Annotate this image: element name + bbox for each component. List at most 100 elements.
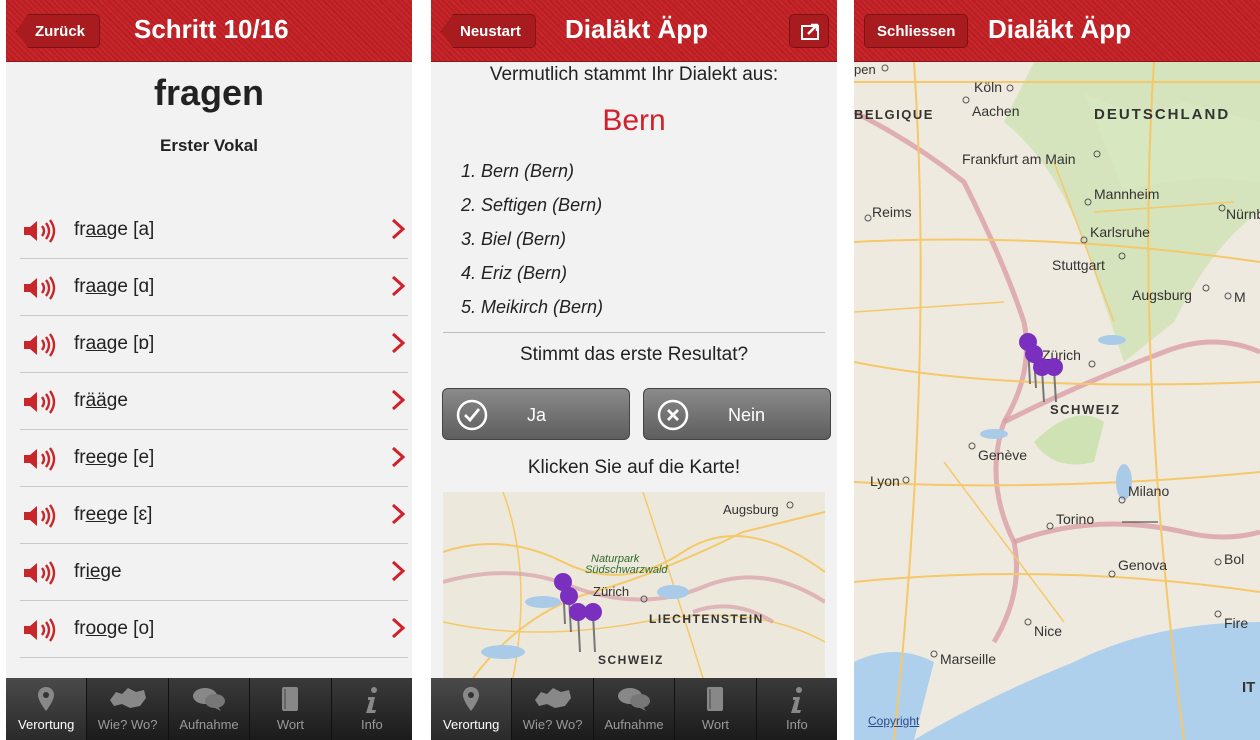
copyright-link[interactable]: Copyright [868,714,919,728]
tab-label: Info [785,717,808,732]
close-button[interactable]: Schliessen [864,14,969,48]
label-suffix: ge [ɛ] [106,504,153,525]
tab-wie-wo[interactable]: Wie? Wo? [511,678,592,740]
tab-label: Aufnahme [604,717,664,732]
label-suffix: ge [106,390,128,411]
share-icon [801,23,819,40]
tab-wort[interactable]: Wort [249,678,330,740]
result-city: Bern [602,104,666,137]
chevron-right-icon [390,617,406,644]
label-vowel: ie [85,561,101,582]
result-item: 3. Biel (Bern) [461,229,567,249]
yes-button[interactable]: Ja [442,388,630,440]
full-map-graphic: pen Köln Aachen BELGIQUE DEUTSCHLAND Fra… [854,62,1260,740]
label-suffix: ge [a] [106,219,155,240]
map-label: Mannheim [1094,186,1159,202]
tab-wort[interactable]: Wort [674,678,755,740]
check-icon [456,399,488,431]
word-title: fragen [153,72,265,113]
divider [443,332,825,333]
pronunciation-label: frääge [74,390,128,412]
result-item: 2. Seftigen (Bern) [461,195,603,215]
chevron-right-icon [390,389,406,416]
map-label: Genève [978,447,1027,463]
tab-aufnahme[interactable]: Aufnahme [167,678,249,740]
label-vowel: ee [85,504,107,525]
book-icon [279,686,301,715]
tab-wie-wo[interactable]: Wie? Wo? [86,678,167,740]
chevron-right-icon [390,218,406,245]
restart-button[interactable]: Neustart [441,14,536,48]
label-prefix: fr [74,333,86,354]
mini-map-graphic: Augsburg Naturpark Südschwarzwald Zürich… [443,492,825,678]
no-button[interactable]: Nein [643,388,831,440]
speech-bubbles-icon [616,686,652,715]
speaker-icon[interactable] [22,389,58,420]
label-suffix: ge [e] [106,447,155,468]
mini-map[interactable]: Augsburg Naturpark Südschwarzwald Zürich… [443,492,825,678]
pronunciation-row[interactable]: freege [ɛ] [20,487,408,544]
tab-verortung[interactable]: Verortung [6,678,87,740]
speaker-icon[interactable] [22,503,58,534]
yes-label: Ja [527,405,547,425]
pronunciation-label: freege [e] [74,447,154,469]
label-suffix: ge [ɑ] [106,276,155,297]
result-list: 1. Bern (Bern) 2. Seftigen (Bern) 3. Bie… [461,154,603,324]
map-label: Aachen [972,103,1019,119]
share-button[interactable] [789,14,829,48]
map-label: pen [854,62,876,77]
pronunciation-row[interactable]: frooge [o] [20,601,408,658]
pronunciation-row[interactable]: friege [20,544,408,601]
speaker-icon[interactable] [22,617,58,648]
label-vowel: ee [85,447,107,468]
nav-bar: Zurück Schritt 10/16 [6,0,412,62]
map-label: Lyon [870,473,900,489]
tab-verortung[interactable]: Verortung [431,678,512,740]
label-prefix: fr [74,561,86,582]
pronunciation-row[interactable]: fraage [ɑ] [20,259,408,316]
map-label: Genova [1118,557,1167,573]
label-prefix: fr [74,390,86,411]
back-button[interactable]: Zurück [16,14,101,48]
tab-label: Info [360,717,383,732]
map-label: Reims [872,204,912,220]
full-map[interactable]: pen Köln Aachen BELGIQUE DEUTSCHLAND Fra… [854,62,1260,740]
switzerland-icon [108,686,148,713]
map-label: Nice [1034,623,1062,639]
label-prefix: fr [74,276,86,297]
pronunciation-label: freege [ɛ] [74,504,152,526]
speaker-icon[interactable] [22,218,58,249]
map-label: Augsburg [1132,287,1192,303]
pronunciation-label: friege [74,561,122,583]
tab-aufnahme[interactable]: Aufnahme [592,678,674,740]
confirm-question: Stimmt das erste Resultat? [519,344,749,365]
tab-bar: Verortung Wie? Wo? Aufnahme Wort Info [431,678,837,740]
app-title: Dialäkt Äpp [565,14,709,44]
speaker-icon[interactable] [22,275,58,306]
speaker-icon[interactable] [22,560,58,591]
pronunciation-row[interactable]: fraage [a] [20,202,408,259]
label-suffix: ge [ɒ] [106,333,155,354]
result-item: 5. Meikirch (Bern) [461,297,604,317]
nav-bar: Neustart Dialäkt Äpp [431,0,837,62]
result-item: 4. Eriz (Bern) [461,263,568,283]
chevron-right-icon [390,446,406,473]
pronunciation-label: fraage [ɒ] [74,333,154,355]
label-vowel: aa [85,276,107,297]
pronunciation-row[interactable]: fraage [ɒ] [20,316,408,373]
label-vowel: oo [85,618,107,639]
tab-info[interactable]: Info [755,678,837,740]
pronunciation-row[interactable]: frääge [20,373,408,430]
tab-label: Wort [276,717,305,732]
speaker-icon[interactable] [22,332,58,363]
cross-icon [657,399,689,431]
tab-label: Verortung [443,717,500,732]
step-title: Schritt 10/16 [134,14,289,44]
tab-info[interactable]: Info [330,678,412,740]
speaker-icon[interactable] [22,446,58,477]
map-label: Karlsruhe [1090,224,1150,240]
pronunciation-row[interactable]: freege [e] [20,430,408,487]
tab-bar: Verortung Wie? Wo? Aufnahme Wort Info [6,678,412,740]
chevron-right-icon [390,560,406,587]
map-label: SCHWEIZ [598,653,664,667]
